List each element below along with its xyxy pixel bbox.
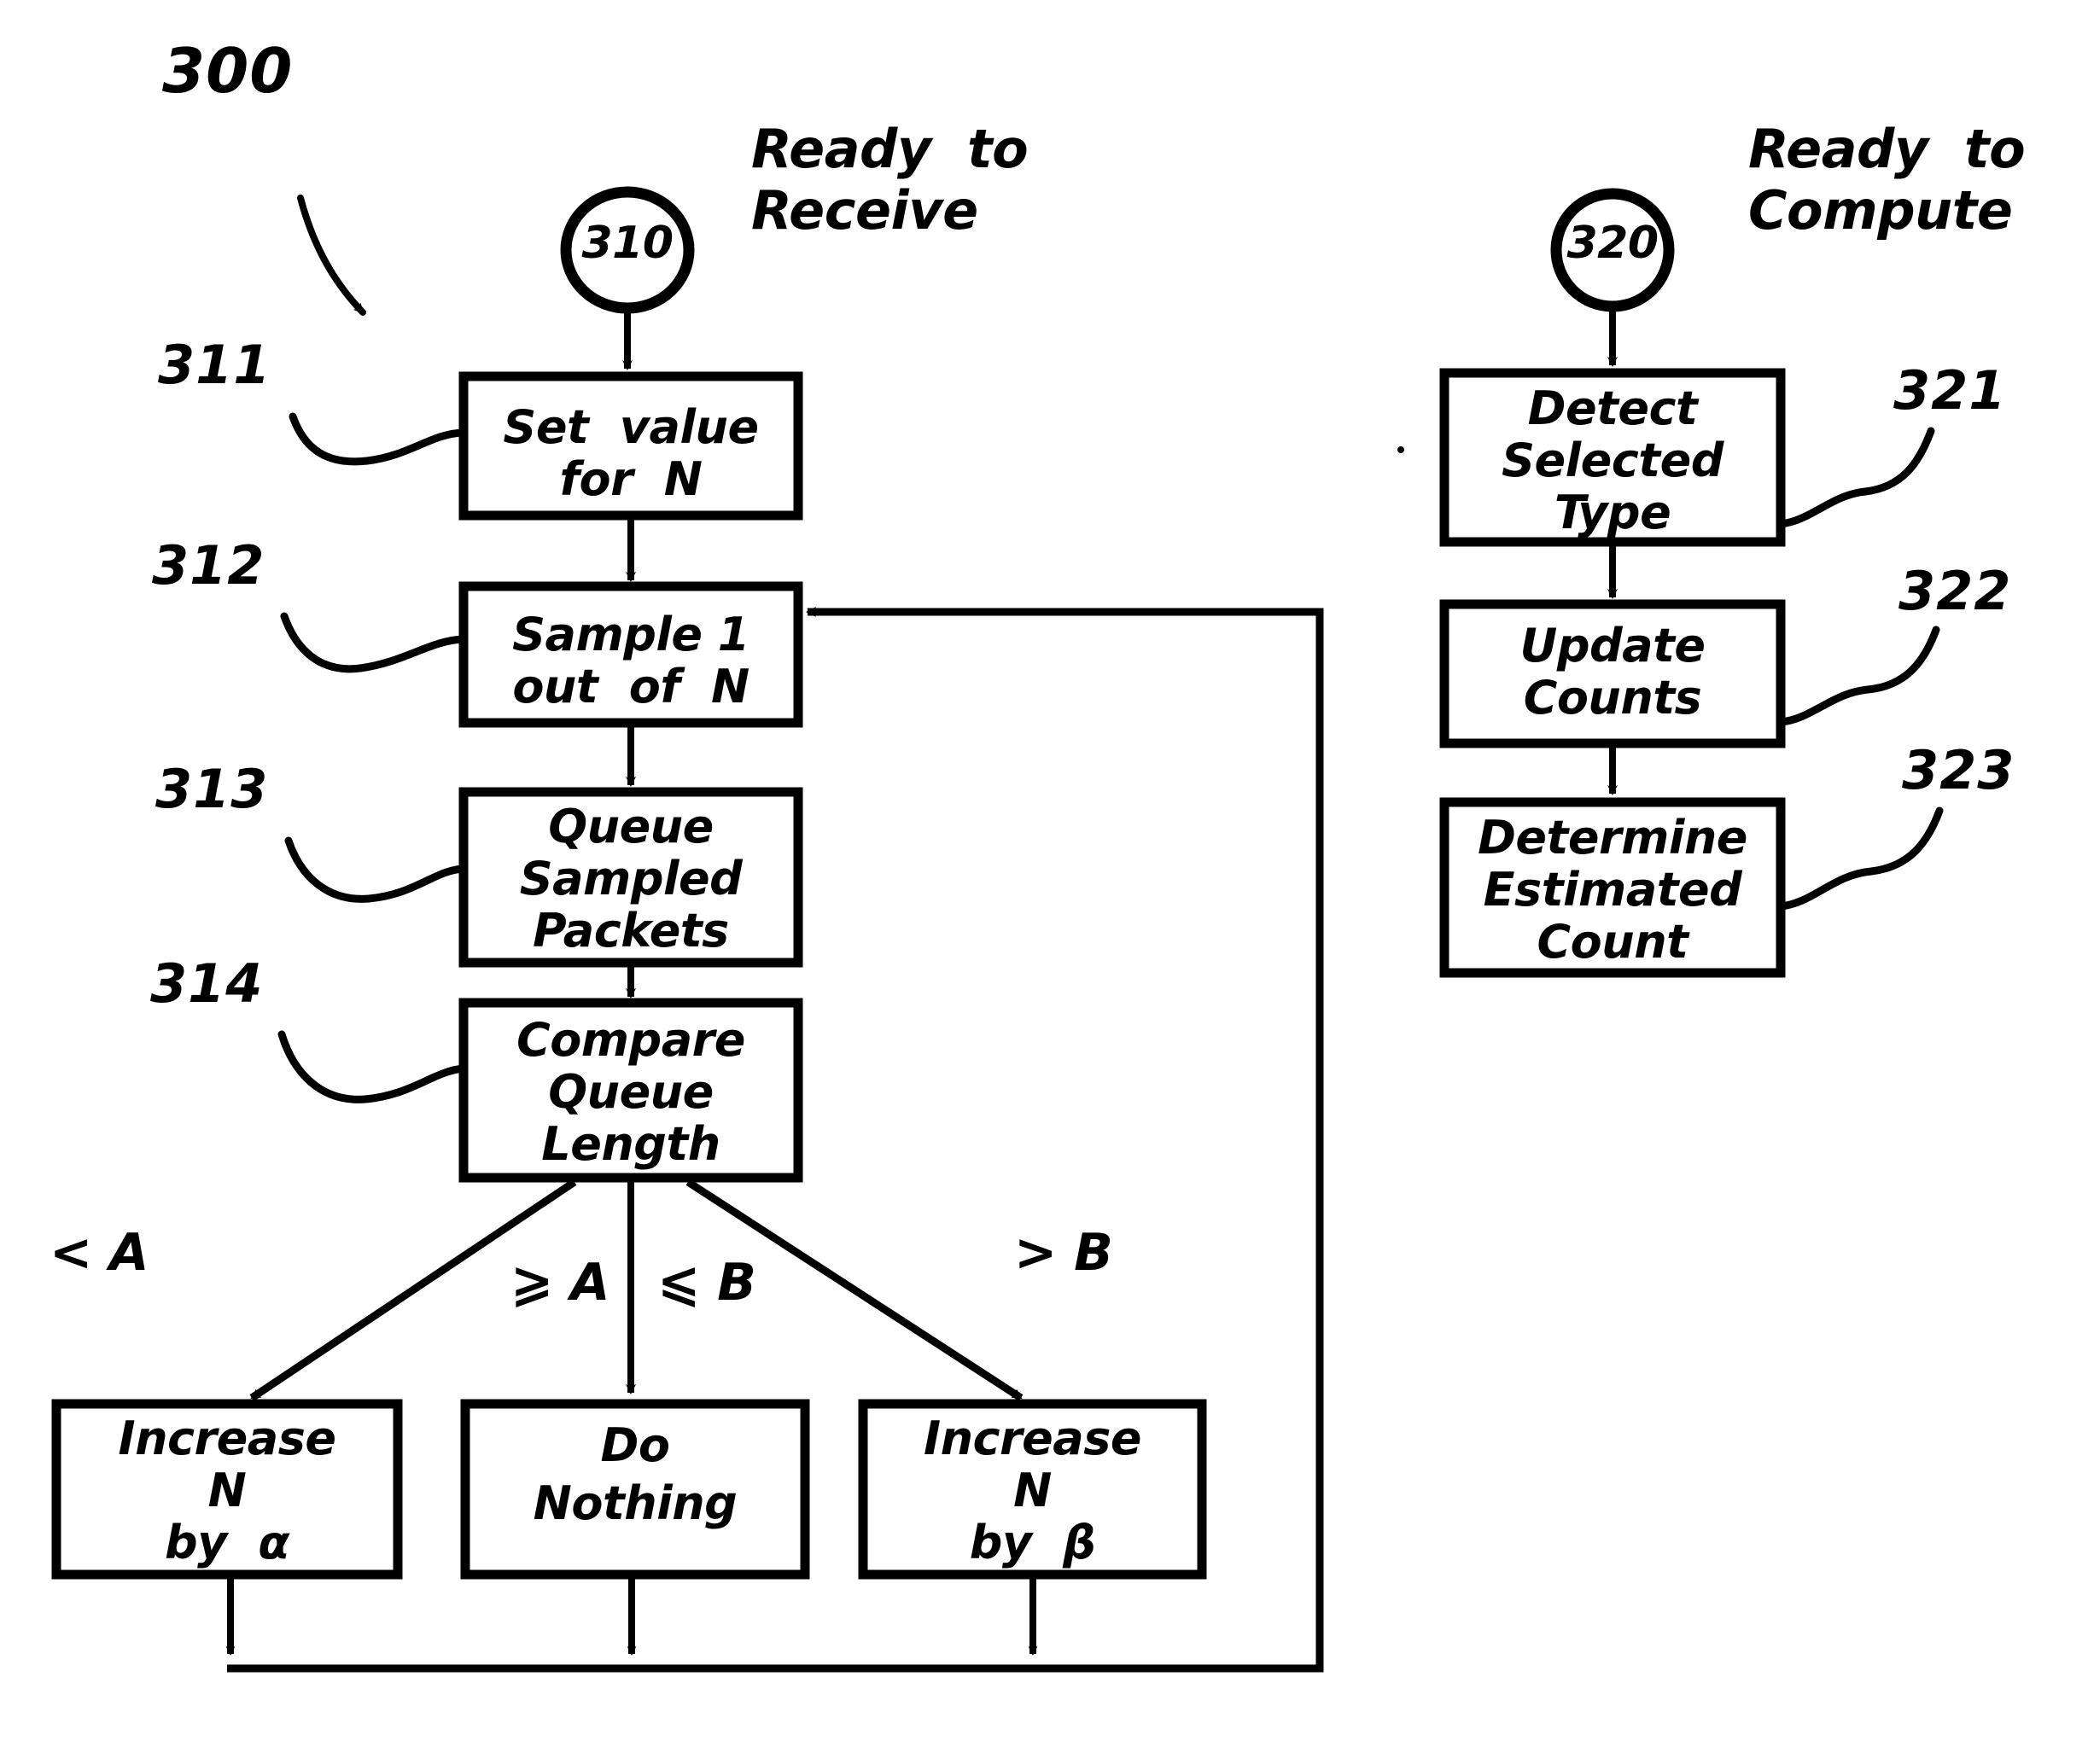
box-321-line3: Type — [1554, 486, 1671, 539]
box-increase-beta-line1: Increase — [923, 1412, 1142, 1465]
figure-canvas: 300 310 Ready to Receive 311 312 313 314… — [0, 0, 2088, 1764]
box-321-line1: Detect — [1527, 381, 1698, 435]
box-314-line1: Compare — [516, 1013, 745, 1067]
condition-le-b: ⩽ B — [657, 1253, 756, 1313]
box-313-line1: Queue — [548, 800, 714, 853]
leader-322 — [1776, 626, 1940, 726]
start-node-310-label: 310 — [581, 218, 674, 269]
box-323-line3: Count — [1537, 915, 1688, 969]
box-311-line1: Set value — [503, 400, 759, 454]
box-322-line1: Update — [1519, 619, 1706, 672]
box-312-line2: out of N — [512, 660, 749, 713]
box-321-line2: Selected — [1502, 434, 1723, 487]
ref-number-312: 312 — [152, 534, 265, 597]
box-increase-alpha-line1: Increase — [118, 1412, 336, 1465]
leader-321 — [1776, 427, 1935, 528]
box-311-line2: for N — [559, 452, 703, 506]
start-node-320-label: 320 — [1566, 218, 1659, 269]
ref-number-314: 314 — [150, 952, 264, 1015]
ref-number-313: 313 — [155, 758, 269, 820]
box-increase-beta-line3: by β — [969, 1516, 1096, 1569]
box-314-line3: Length — [541, 1117, 720, 1171]
ref-number-321: 321 — [1893, 359, 2007, 422]
box-323-line1: Determine — [1478, 811, 1747, 865]
scan-speck-artifact — [1397, 446, 1404, 453]
leader-314 — [277, 1030, 468, 1103]
leader-323 — [1776, 806, 1944, 911]
box-increase-beta-line2: N — [1013, 1464, 1052, 1517]
state-label-ready-to-compute-line1: Ready to — [1748, 118, 2026, 180]
state-label-ready-to-receive-line2: Receive — [751, 179, 978, 242]
box-increase-alpha-line2: N — [207, 1464, 247, 1517]
box-312-line1: Sample 1 — [512, 608, 749, 661]
state-label-ready-to-compute-line2: Compute — [1748, 179, 2013, 242]
box-do-nothing-line2: Nothing — [533, 1476, 738, 1530]
leader-311 — [289, 412, 468, 466]
condition-gt-b: > B — [1014, 1223, 1113, 1283]
box-do-nothing-line1: Do — [600, 1418, 670, 1472]
box-increase-alpha-line3: by α — [164, 1516, 290, 1569]
state-label-ready-to-receive-line1: Ready to — [751, 118, 1029, 180]
ref-number-311: 311 — [158, 334, 271, 396]
leader-313 — [284, 836, 468, 903]
box-313-line3: Packets — [533, 904, 729, 958]
figure-300-leader — [297, 195, 366, 316]
condition-less-than-a: < A — [50, 1223, 149, 1283]
ref-number-322: 322 — [1898, 560, 2012, 622]
leader-312 — [280, 612, 468, 673]
ref-number-323: 323 — [1902, 739, 2015, 801]
box-314-line2: Queue — [548, 1065, 714, 1119]
box-323-line2: Estimated — [1483, 863, 1742, 917]
figure-number-300: 300 — [162, 35, 294, 107]
box-313-line2: Sampled — [519, 852, 743, 905]
condition-ge-a: ⩾ A — [510, 1253, 610, 1313]
box-322-line2: Counts — [1523, 671, 1702, 725]
